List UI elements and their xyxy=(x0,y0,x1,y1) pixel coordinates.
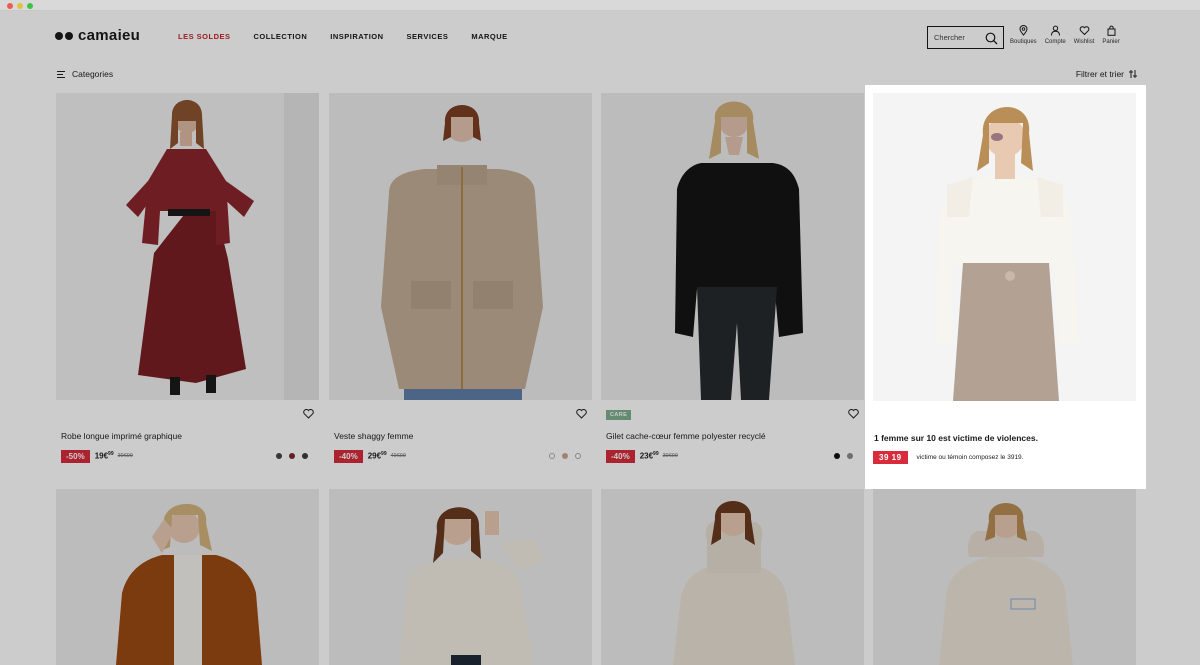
boutiques-label: Boutiques xyxy=(1010,39,1037,45)
boutiques-button[interactable]: Boutiques xyxy=(1010,25,1037,45)
wishlist-label: Wishlist xyxy=(1073,39,1095,45)
categories-button[interactable]: Categories xyxy=(57,69,113,79)
campaign-photo xyxy=(873,93,1136,401)
discount-badge: -50% xyxy=(61,449,90,463)
price-row: -40% 29€99 49€99 xyxy=(334,449,587,463)
product-photo[interactable] xyxy=(56,93,319,400)
panier-button[interactable]: Panier xyxy=(1102,25,1120,45)
bag-icon xyxy=(1107,25,1116,36)
campaign-panel: 1 femme sur 10 est victime de violences.… xyxy=(865,85,1146,489)
categories-label: Categories xyxy=(72,69,114,79)
search-box xyxy=(927,26,1004,49)
product-photo[interactable] xyxy=(601,93,864,400)
product-name[interactable]: Veste shaggy femme xyxy=(334,431,413,441)
nav-les-soldes[interactable]: LES SOLDES xyxy=(178,32,231,41)
product-photo[interactable] xyxy=(873,489,1136,665)
product-card[interactable] xyxy=(601,489,864,665)
product-photo[interactable] xyxy=(601,489,864,665)
page: camaieu LES SOLDES COLLECTION INSPIRATIO… xyxy=(0,11,1200,665)
color-swatches xyxy=(269,453,308,459)
color-swatches xyxy=(542,453,581,459)
color-swatch[interactable] xyxy=(302,453,308,459)
campaign-hotline-row: 39 19 victime ou témoin composez le 3919… xyxy=(873,451,1023,464)
logo-dot xyxy=(65,32,73,40)
color-swatches xyxy=(827,453,853,459)
product-name[interactable]: Gilet cache-cœur femme polyester recyclé xyxy=(606,431,766,441)
window-titlebar xyxy=(0,0,1200,11)
search-input[interactable] xyxy=(934,33,986,42)
filter-sort-icon xyxy=(1129,70,1137,78)
filter-sort-button[interactable]: Filtrer et trier xyxy=(1076,69,1137,79)
compte-label: Compte xyxy=(1044,39,1066,45)
product-photo[interactable] xyxy=(56,489,319,665)
nav-services[interactable]: SERVICES xyxy=(407,32,449,41)
color-swatch[interactable] xyxy=(562,453,568,459)
color-swatch[interactable] xyxy=(834,453,840,459)
product-card[interactable] xyxy=(56,489,319,665)
product-card[interactable] xyxy=(873,489,1136,665)
product-name[interactable]: Robe longue imprimé graphique xyxy=(61,431,182,441)
color-swatch[interactable] xyxy=(276,453,282,459)
wishlist-heart-icon[interactable] xyxy=(848,409,859,419)
heart-icon xyxy=(1079,26,1089,36)
color-swatch[interactable] xyxy=(847,453,853,459)
listing-toolbar: Categories Filtrer et trier xyxy=(0,67,1200,83)
color-swatch[interactable] xyxy=(289,453,295,459)
product-card[interactable] xyxy=(329,489,592,665)
care-badge: CARE xyxy=(606,410,632,420)
filter-label: Filtrer et trier xyxy=(1075,69,1124,79)
nav-inspiration[interactable]: INSPIRATION xyxy=(330,32,383,41)
store-pin-icon xyxy=(1019,25,1028,36)
price-cents: 99 xyxy=(108,451,114,458)
compte-button[interactable]: Compte xyxy=(1045,25,1066,45)
product-photo[interactable] xyxy=(329,93,592,400)
main-nav: LES SOLDES COLLECTION INSPIRATION SERVIC… xyxy=(178,32,531,41)
old-price: 39€99 xyxy=(662,453,678,459)
current-price: 23€99 xyxy=(640,451,659,461)
logo-text: camaieu xyxy=(78,27,141,44)
price-row: -40% 23€99 39€99 xyxy=(606,449,859,463)
nav-marque[interactable]: MARQUE xyxy=(471,32,507,41)
close-window-button[interactable] xyxy=(7,3,13,9)
product-card[interactable]: CARE Gilet cache-cœur femme polyester re… xyxy=(601,93,864,473)
current-price: 29€99 xyxy=(368,451,387,461)
menu-icon xyxy=(57,70,65,78)
panier-label: Panier xyxy=(1102,39,1120,45)
price-cents: 99 xyxy=(381,451,387,458)
hotline-text: victime ou témoin composez le 3919. xyxy=(916,454,1024,461)
color-swatch[interactable] xyxy=(575,453,581,459)
discount-badge: -40% xyxy=(606,449,635,463)
logo-dot xyxy=(55,32,63,40)
wishlist-heart-icon[interactable] xyxy=(303,409,314,419)
minimize-window-button[interactable] xyxy=(17,3,23,9)
wishlist-heart-icon[interactable] xyxy=(576,409,587,419)
product-card[interactable]: Robe longue imprimé graphique -50% 19€99… xyxy=(56,93,319,473)
user-icon xyxy=(1050,25,1060,36)
search-icon[interactable] xyxy=(985,32,998,45)
nav-collection[interactable]: COLLECTION xyxy=(254,32,308,41)
price-value: 19€ xyxy=(94,451,109,461)
brand-logo[interactable]: camaieu xyxy=(55,28,140,44)
price-cents: 99 xyxy=(653,451,659,458)
price-value: 29€ xyxy=(367,451,382,461)
current-price: 19€99 xyxy=(95,451,114,461)
product-card[interactable]: Veste shaggy femme -40% 29€99 49€99 xyxy=(329,93,592,473)
price-row: -50% 19€99 39€99 xyxy=(61,449,314,463)
campaign-title: 1 femme sur 10 est victime de violences. xyxy=(874,433,1038,443)
old-price: 39€99 xyxy=(117,453,133,459)
hotline-number[interactable]: 39 19 xyxy=(873,451,908,464)
site-header: camaieu LES SOLDES COLLECTION INSPIRATIO… xyxy=(0,11,1200,61)
wishlist-button[interactable]: Wishlist xyxy=(1073,25,1095,45)
maximize-window-button[interactable] xyxy=(27,3,33,9)
header-actions: Boutiques Compte Wishlist Panier xyxy=(1010,25,1128,45)
color-swatch[interactable] xyxy=(549,453,555,459)
price-value: 23€ xyxy=(639,451,654,461)
product-photo[interactable] xyxy=(329,489,592,665)
old-price: 49€99 xyxy=(390,453,406,459)
discount-badge: -40% xyxy=(334,449,363,463)
